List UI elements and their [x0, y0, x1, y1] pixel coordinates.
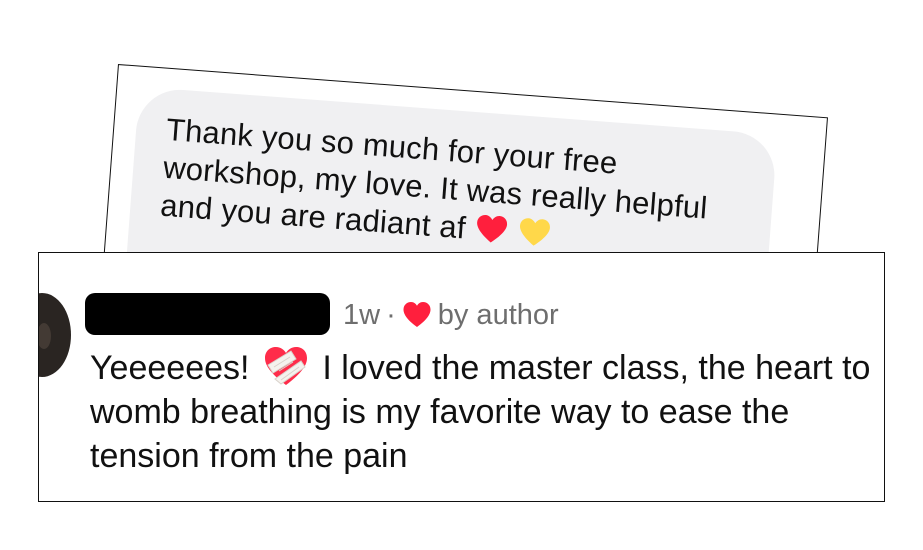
heart-emoji-icon — [476, 214, 507, 243]
yellow-heart-emoji-icon — [519, 218, 550, 246]
heart-icon — [403, 302, 431, 327]
liked-by-author-label: by author — [437, 298, 559, 331]
comment-time: 1w — [343, 298, 381, 331]
comment-meta: 1w · by author — [343, 297, 559, 333]
mending-heart-icon — [264, 347, 307, 385]
comment-text-start: Yeeeeees! — [90, 349, 250, 387]
meta-separator: · — [386, 298, 396, 331]
comment-text: Yeeeeees! I loved the master class, the … — [90, 345, 880, 478]
comment-screenshot-card: 1w · by author Yeeeeees! I loved the mas… — [38, 252, 885, 502]
avatar[interactable] — [39, 293, 71, 377]
redacted-username — [85, 293, 330, 335]
